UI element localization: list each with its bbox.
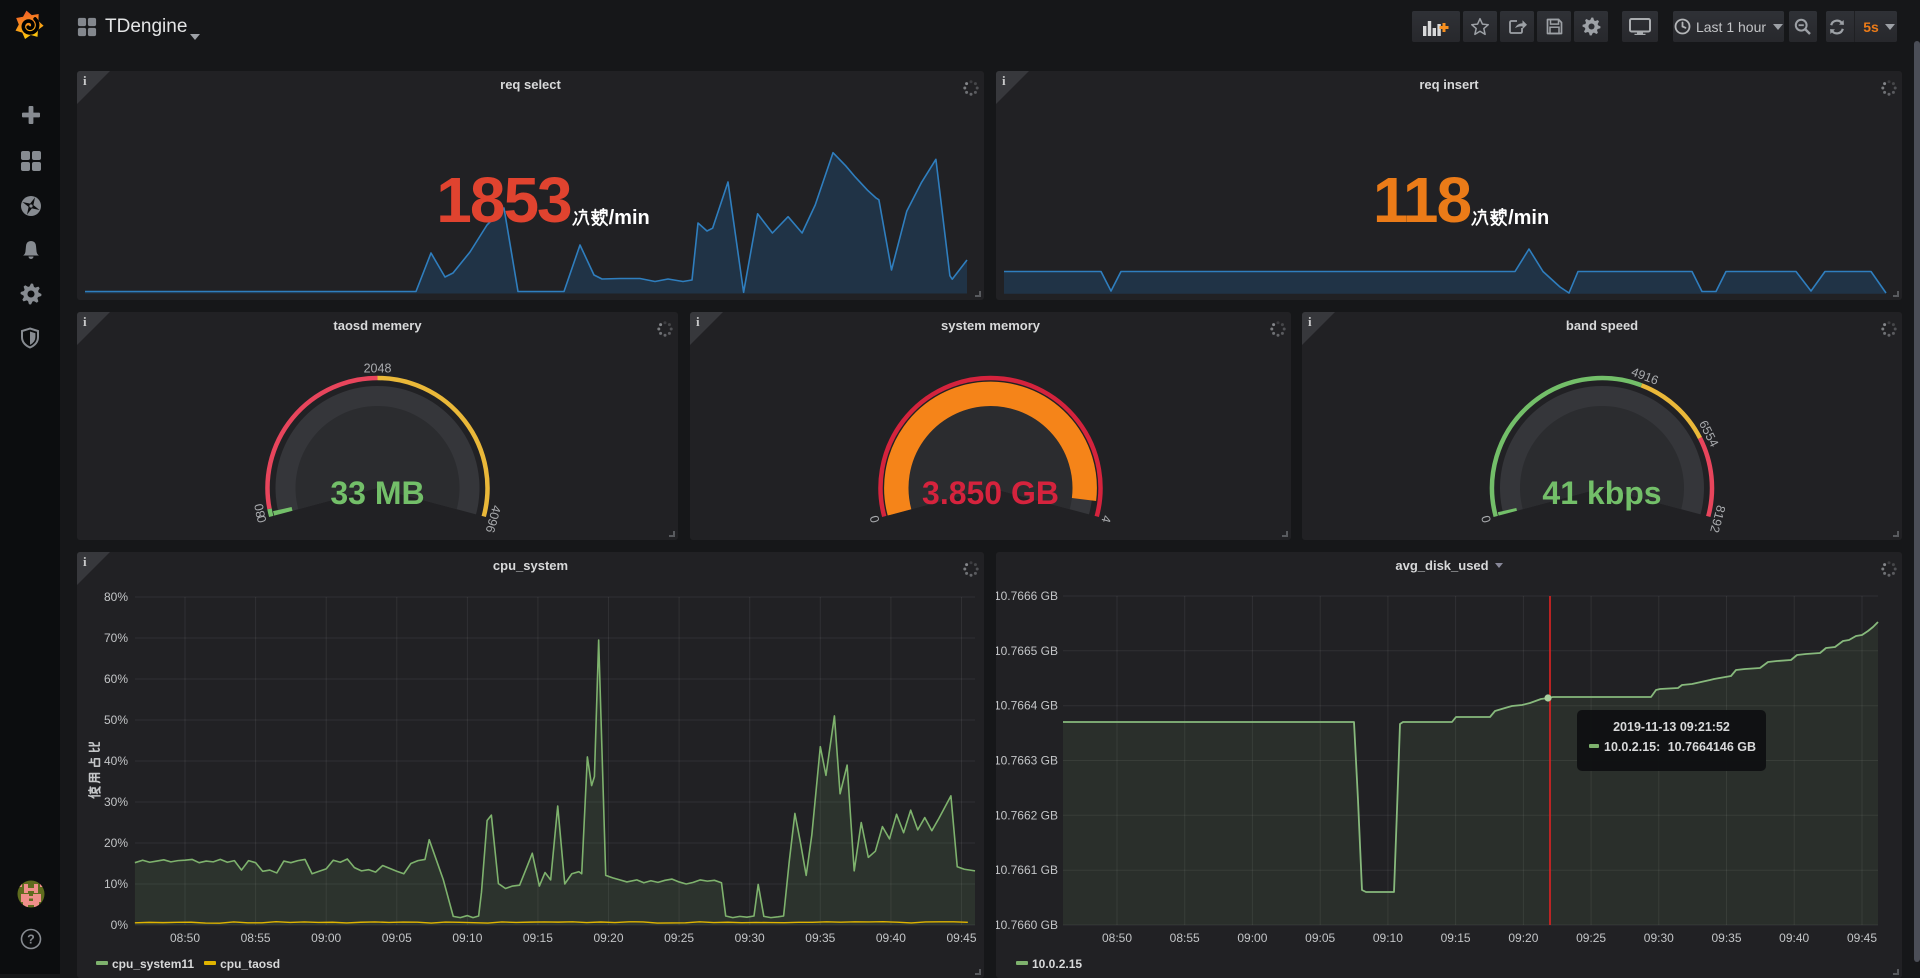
svg-text:4: 4 xyxy=(1098,514,1113,524)
svg-text:80%: 80% xyxy=(104,590,128,604)
svg-text:09:30: 09:30 xyxy=(735,931,765,945)
svg-text:08:55: 08:55 xyxy=(241,931,271,945)
svg-text:09:00: 09:00 xyxy=(1237,931,1267,945)
svg-text:80: 80 xyxy=(252,502,268,518)
svg-text:70%: 70% xyxy=(104,631,128,645)
svg-text:0%: 0% xyxy=(111,918,129,932)
svg-text:09:20: 09:20 xyxy=(1508,931,1538,945)
svg-text:?: ? xyxy=(27,933,35,947)
svg-text:40%: 40% xyxy=(104,754,128,768)
svg-text:09:20: 09:20 xyxy=(593,931,623,945)
svg-text:09:35: 09:35 xyxy=(805,931,835,945)
svg-text:30%: 30% xyxy=(104,795,128,809)
svg-text:10.7661 GB: 10.7661 GB xyxy=(996,863,1058,877)
svg-text:09:35: 09:35 xyxy=(1711,931,1741,945)
svg-text:33 MB: 33 MB xyxy=(330,475,424,511)
svg-text:50%: 50% xyxy=(104,713,128,727)
svg-text:60%: 60% xyxy=(104,672,128,686)
svg-text:09:45: 09:45 xyxy=(1847,931,1877,945)
svg-text:09:15: 09:15 xyxy=(1441,931,1471,945)
svg-text:09:05: 09:05 xyxy=(1305,931,1335,945)
svg-text:09:40: 09:40 xyxy=(1779,931,1809,945)
svg-text:08:50: 08:50 xyxy=(170,931,200,945)
svg-text:09:45: 09:45 xyxy=(946,931,976,945)
svg-text:10.7664 GB: 10.7664 GB xyxy=(996,699,1058,713)
svg-text:0: 0 xyxy=(867,514,882,524)
svg-text:09:05: 09:05 xyxy=(382,931,412,945)
svg-text:10.7665 GB: 10.7665 GB xyxy=(996,644,1058,658)
svg-text:08:50: 08:50 xyxy=(1102,931,1132,945)
svg-text:0: 0 xyxy=(1479,514,1494,524)
svg-text:09:10: 09:10 xyxy=(1373,931,1403,945)
svg-text:09:25: 09:25 xyxy=(1576,931,1606,945)
svg-text:08:55: 08:55 xyxy=(1170,931,1200,945)
svg-text:10.7660 GB: 10.7660 GB xyxy=(996,918,1058,932)
svg-text:09:30: 09:30 xyxy=(1644,931,1674,945)
svg-text:10%: 10% xyxy=(104,877,128,891)
svg-text:09:40: 09:40 xyxy=(876,931,906,945)
svg-text:10.7666 GB: 10.7666 GB xyxy=(996,589,1058,603)
svg-text:20%: 20% xyxy=(104,836,128,850)
svg-text:09:00: 09:00 xyxy=(311,931,341,945)
svg-text:41 kbps: 41 kbps xyxy=(1542,475,1661,511)
svg-text:09:25: 09:25 xyxy=(664,931,694,945)
svg-text:2048: 2048 xyxy=(364,361,392,375)
svg-text:09:10: 09:10 xyxy=(452,931,482,945)
svg-text:10.7662 GB: 10.7662 GB xyxy=(996,808,1058,822)
svg-text:3.850 GB: 3.850 GB xyxy=(922,475,1059,511)
svg-text:09:15: 09:15 xyxy=(523,931,553,945)
svg-text:10.7663 GB: 10.7663 GB xyxy=(996,754,1058,768)
